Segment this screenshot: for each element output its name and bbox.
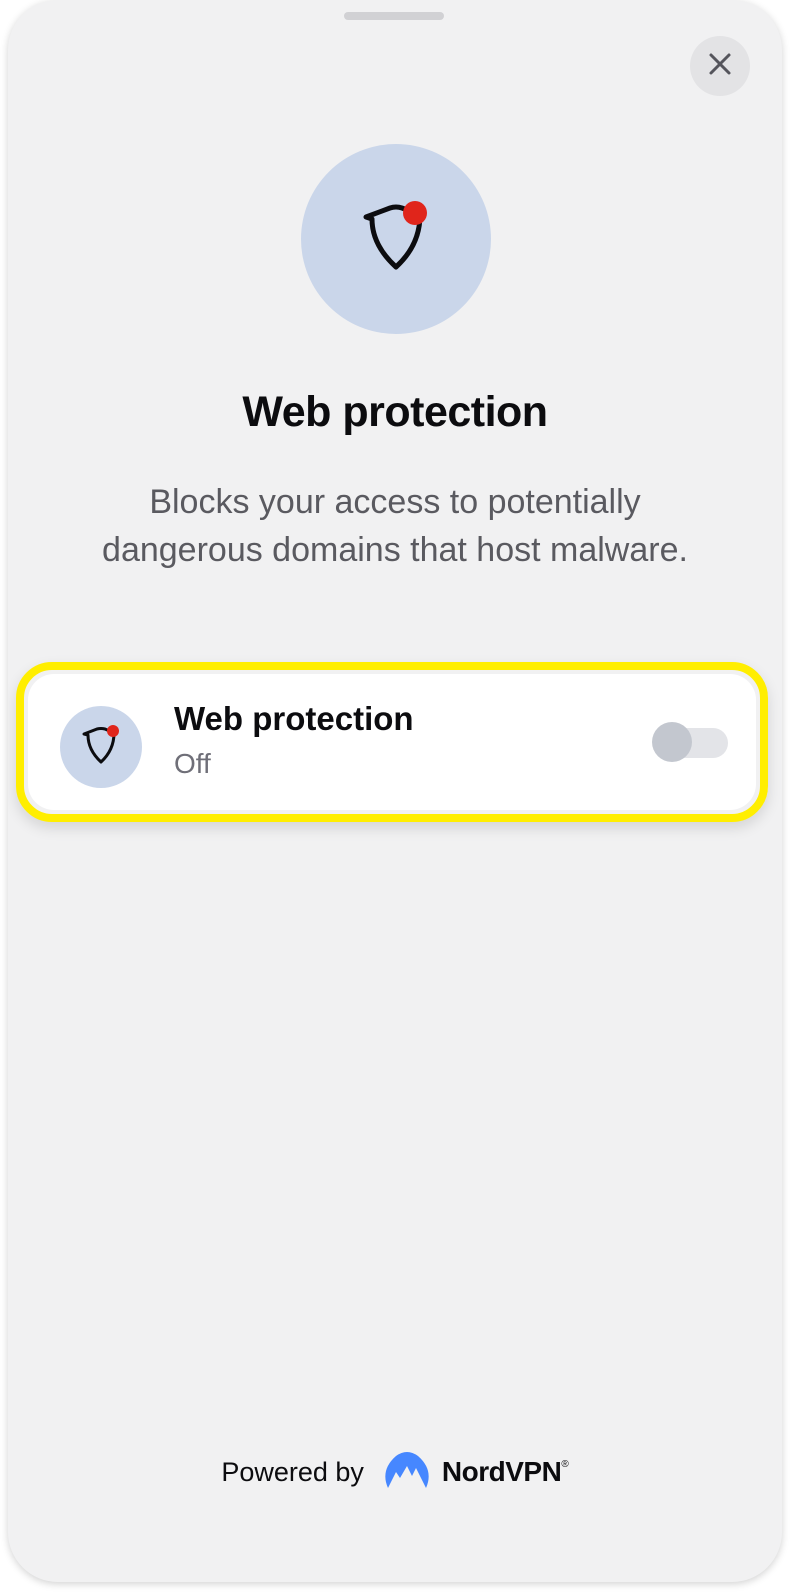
- page-description: Blocks your access to potentially danger…: [102, 483, 688, 569]
- setting-icon-circle: [60, 706, 142, 788]
- setting-title: Web protection: [174, 700, 414, 737]
- hero-icon-circle: [301, 144, 491, 334]
- nordvpn-logo: NordVPN ®: [382, 1448, 569, 1497]
- toggle-knob: [652, 722, 692, 762]
- setting-status: Off: [174, 748, 211, 779]
- page-title: Web protection: [242, 388, 548, 436]
- shield-alert-icon: [356, 197, 436, 282]
- web-protection-toggle[interactable]: [652, 722, 728, 762]
- sheet-grabber-handle[interactable]: [344, 12, 444, 20]
- bottom-sheet: Web protection Blocks your access to pot…: [8, 0, 782, 1582]
- powered-by-label: Powered by: [221, 1456, 364, 1487]
- registered-mark: ®: [561, 1458, 569, 1470]
- shield-alert-icon: [79, 723, 123, 772]
- nordvpn-brand-name: NordVPN: [441, 1456, 562, 1487]
- close-icon: [707, 51, 733, 82]
- close-button[interactable]: [690, 36, 750, 96]
- footer: Powered by NordVPN ®: [8, 1450, 782, 1494]
- web-protection-setting-card[interactable]: Web protection Off: [28, 674, 756, 810]
- nordvpn-logo-icon: [382, 1448, 432, 1497]
